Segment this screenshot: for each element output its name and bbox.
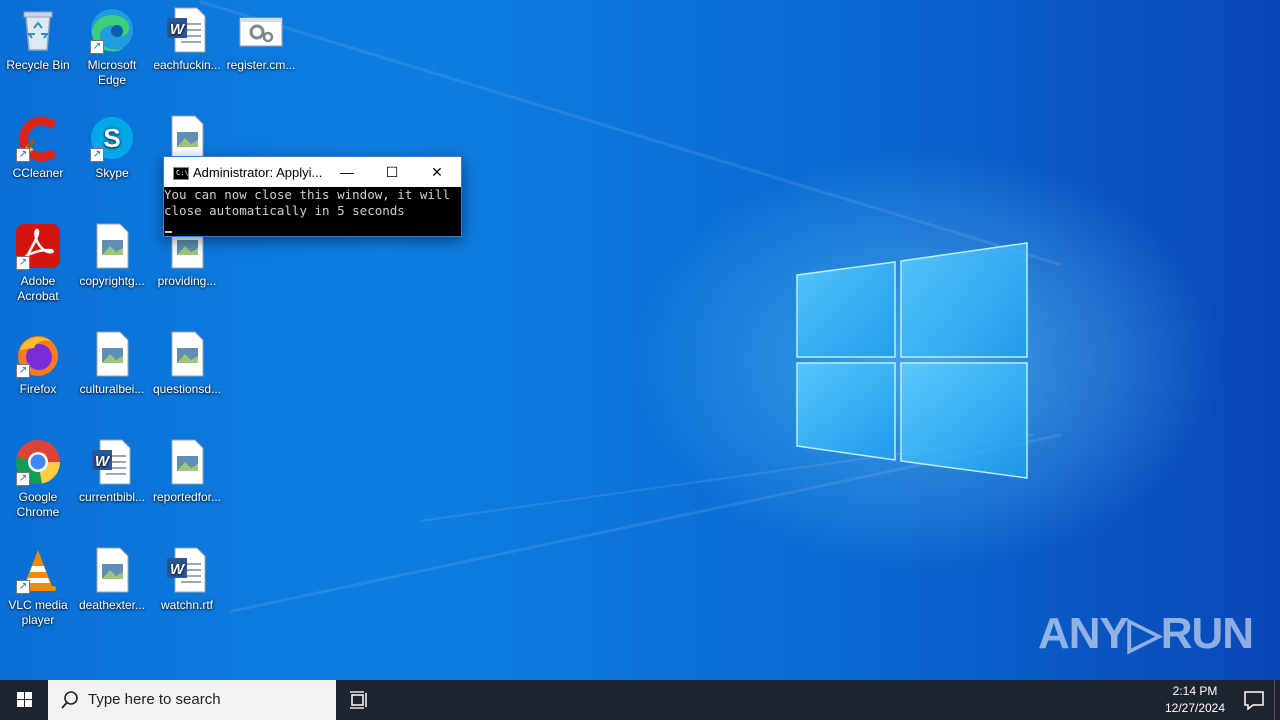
edge-icon: ↗	[88, 6, 136, 54]
image-file-icon	[163, 438, 211, 486]
anyrun-watermark: ANY▷RUN	[1038, 609, 1254, 658]
shortcut-arrow-icon: ↗	[16, 364, 30, 378]
desktop-icon-adobe-acrobat[interactable]: ↗ Adobe Acrobat	[0, 216, 76, 304]
desktop-background: Recycle Bin ↗ CCleaner ↗ Adobe Acrobat ↗…	[0, 0, 1280, 680]
desktop-icon-file[interactable]: W currentbibl...	[74, 432, 150, 505]
shortcut-arrow-icon: ↗	[16, 472, 30, 486]
taskbar: Type here to search 2:14 PM 12/27/2024	[0, 680, 1280, 720]
icon-label: providing...	[157, 274, 217, 288]
icon-label: Adobe Acrobat	[17, 274, 59, 303]
icon-label: Recycle Bin	[6, 58, 70, 72]
task-view-icon	[350, 691, 367, 709]
image-file-icon	[88, 546, 136, 594]
icon-label: questionsd...	[152, 382, 222, 396]
shortcut-arrow-icon: ↗	[16, 256, 30, 270]
icon-label: deathexter...	[78, 598, 146, 612]
desktop-icon-file[interactable]: questionsd...	[149, 324, 225, 397]
icon-label: copyrightg...	[79, 274, 145, 288]
icon-label: Firefox	[19, 382, 57, 396]
desktop-icon-firefox[interactable]: ↗ Firefox	[0, 324, 76, 397]
desktop-icon-skype[interactable]: S ↗ Skype	[74, 108, 150, 181]
svg-text:W: W	[95, 453, 111, 470]
icon-label: Skype	[95, 166, 129, 180]
clock-date: 12/27/2024	[1164, 701, 1226, 715]
desktop-icon-file[interactable]: copyrightg...	[74, 216, 150, 289]
cmd-window[interactable]: C:\ Administrator: Applyi... — ☐ ✕ You c…	[163, 156, 462, 237]
word-document-icon: W	[163, 6, 211, 54]
icon-label: VLC media player	[8, 598, 68, 627]
close-button[interactable]: ✕	[414, 157, 460, 187]
shortcut-arrow-icon: ↗	[16, 148, 30, 162]
svg-text:W: W	[170, 561, 186, 578]
console-output[interactable]: You can now close this window, it will c…	[164, 187, 461, 235]
icon-label: watchn.rtf	[160, 598, 214, 612]
cmd-app-icon: C:\	[173, 167, 189, 180]
acrobat-icon: ↗	[14, 222, 62, 270]
action-center-button[interactable]	[1234, 680, 1274, 720]
desktop-icon-file[interactable]: W eachfuckin...	[149, 0, 225, 73]
icon-label: Google Chrome	[16, 490, 60, 519]
start-button[interactable]	[0, 680, 48, 720]
svg-text:W: W	[170, 21, 186, 38]
notification-icon	[1244, 691, 1264, 711]
cmd-window-title: Administrator: Applyi...	[193, 165, 323, 180]
vlc-icon: ↗	[14, 546, 62, 594]
taskbar-clock[interactable]: 2:14 PM 12/27/2024	[1156, 683, 1234, 717]
taskbar-search-box[interactable]: Type here to search	[48, 680, 336, 720]
ccleaner-icon: ↗	[14, 114, 62, 162]
desktop-icon-file[interactable]: deathexter...	[74, 540, 150, 613]
console-cursor	[165, 231, 172, 233]
clock-time: 2:14 PM	[1172, 684, 1218, 698]
search-placeholder: Type here to search	[88, 691, 221, 708]
settings-file-icon	[237, 6, 285, 54]
image-file-icon	[163, 114, 211, 162]
desktop-icon-google-chrome[interactable]: ↗ Google Chrome	[0, 432, 76, 520]
desktop-icon-file[interactable]: reportedfor...	[149, 432, 225, 505]
desktop-icon-file[interactable]: W watchn.rtf	[149, 540, 225, 613]
recycle-bin-icon	[14, 6, 62, 54]
image-file-icon	[163, 330, 211, 378]
icon-label: currentbibl...	[78, 490, 146, 504]
icon-label: culturalbei...	[79, 382, 145, 396]
image-file-icon	[88, 222, 136, 270]
cmd-app-icon-text: C:\	[176, 169, 189, 177]
firefox-icon: ↗	[14, 330, 62, 378]
icon-label: reportedfor...	[152, 490, 222, 504]
icon-label: CCleaner	[12, 166, 64, 180]
word-document-icon: W	[163, 546, 211, 594]
task-view-button[interactable]	[340, 680, 380, 720]
skype-icon: S ↗	[88, 114, 136, 162]
word-document-icon: W	[88, 438, 136, 486]
shortcut-arrow-icon: ↗	[90, 148, 104, 162]
maximize-button[interactable]: ☐	[369, 157, 415, 187]
desktop-icon-recycle-bin[interactable]: Recycle Bin	[0, 0, 76, 73]
minimize-button[interactable]: —	[324, 157, 370, 187]
chrome-icon: ↗	[14, 438, 62, 486]
desktop-icon-vlc[interactable]: ↗ VLC media player	[0, 540, 76, 628]
show-desktop-button[interactable]	[1274, 680, 1280, 720]
windows-start-icon	[17, 692, 32, 707]
desktop-icon-file[interactable]: register.cm...	[223, 0, 299, 73]
cmd-title-bar[interactable]: C:\ Administrator: Applyi... — ☐ ✕	[164, 157, 461, 187]
icon-label: register.cm...	[226, 58, 296, 72]
desktop-icon-file[interactable]: culturalbei...	[74, 324, 150, 397]
image-file-icon	[88, 330, 136, 378]
shortcut-arrow-icon: ↗	[16, 580, 30, 594]
icon-label: Microsoft Edge	[87, 58, 137, 87]
icon-label: eachfuckin...	[153, 58, 221, 72]
desktop-icon-microsoft-edge[interactable]: ↗ Microsoft Edge	[74, 0, 150, 88]
shortcut-arrow-icon: ↗	[90, 40, 104, 54]
desktop-icon-ccleaner[interactable]: ↗ CCleaner	[0, 108, 76, 181]
search-icon	[61, 691, 78, 709]
svg-text:S: S	[103, 123, 120, 153]
